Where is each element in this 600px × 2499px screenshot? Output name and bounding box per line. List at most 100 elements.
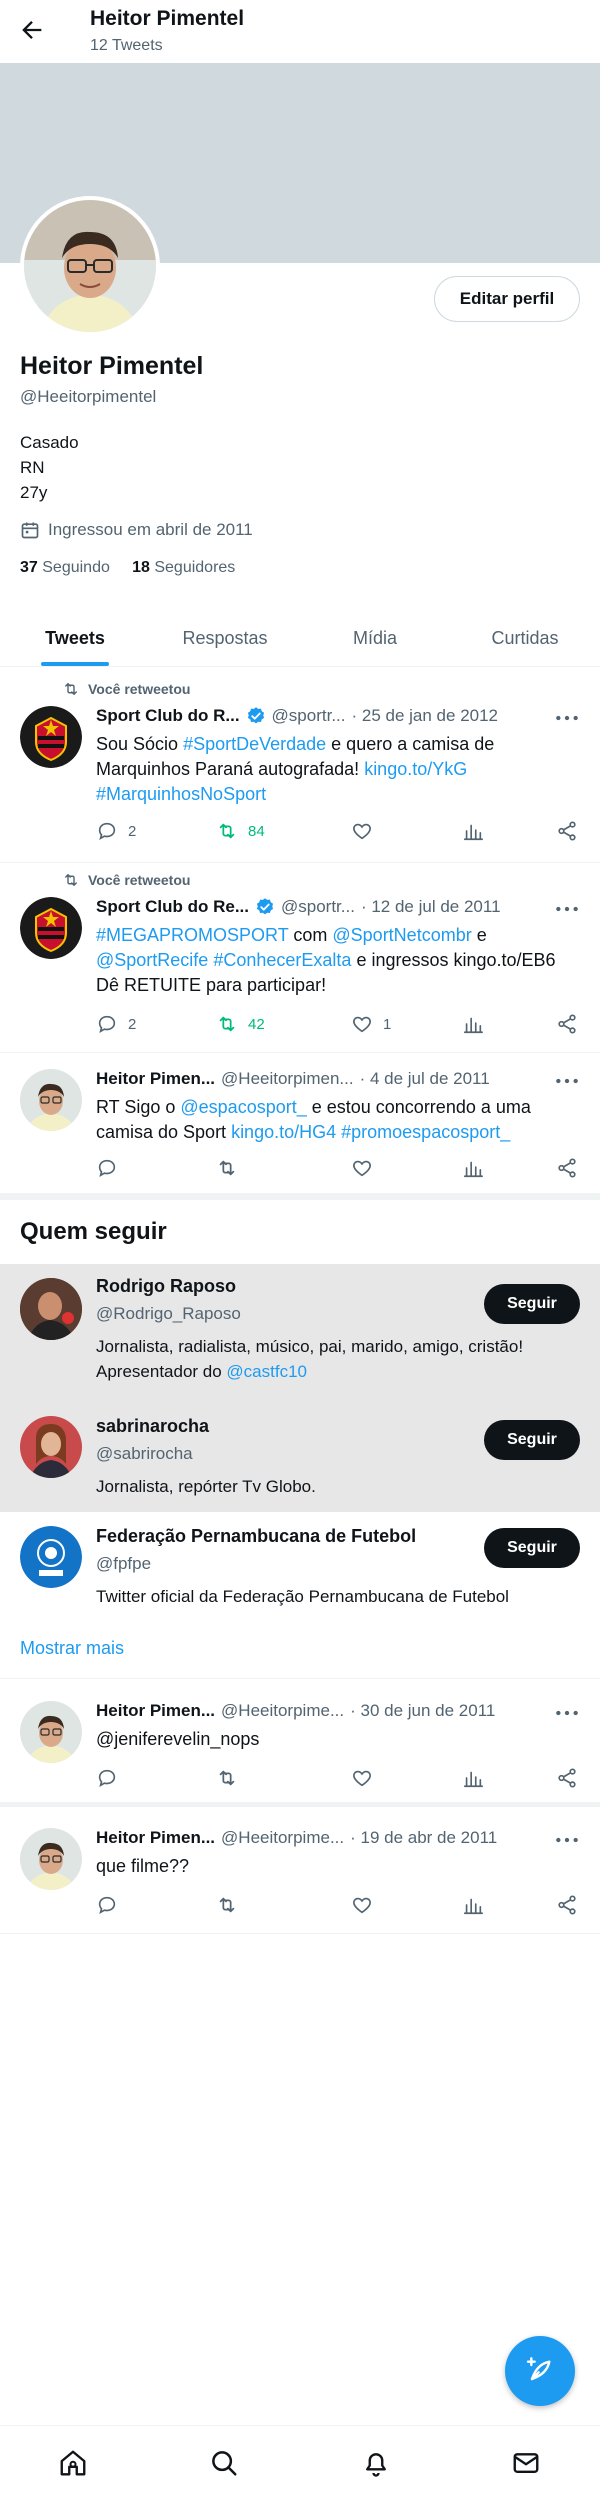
suggestion-name[interactable]: Rodrigo Raposo [96, 1276, 236, 1297]
suggestion-handle[interactable]: @fpfpe [96, 1554, 151, 1574]
show-more-link[interactable]: Mostrar mais [20, 1638, 124, 1659]
back-arrow-icon[interactable] [18, 16, 46, 44]
tweet[interactable]: Você retweetou Sport Club do Re... @spor… [0, 863, 600, 1053]
tweet-author-handle[interactable]: @sportr... [281, 897, 355, 917]
like-icon [351, 1894, 373, 1916]
follow-button[interactable]: Seguir [484, 1528, 580, 1568]
header-name: Heitor Pimentel [90, 7, 245, 30]
share-button[interactable] [556, 1767, 578, 1789]
like-button[interactable]: 1 [351, 1013, 391, 1035]
tweet-date[interactable]: · 19 de abr de 2011 [350, 1828, 497, 1848]
like-button[interactable] [351, 1767, 373, 1789]
like-button[interactable] [351, 820, 383, 842]
share-button[interactable] [556, 820, 578, 842]
tweet-author-name[interactable]: Sport Club do Re... [96, 897, 249, 917]
suggestion-avatar[interactable] [20, 1416, 82, 1478]
search-icon[interactable] [209, 2448, 239, 2478]
tweet-avatar[interactable] [20, 1828, 82, 1890]
mention-link[interactable]: @SportRecife [96, 950, 208, 970]
messages-icon[interactable] [511, 2448, 541, 2478]
tweet[interactable]: Heitor Pimen... @Heeitorpime... · 30 de … [0, 1679, 600, 1807]
suggestion-avatar[interactable] [20, 1278, 82, 1340]
retweet-button[interactable]: 84 [216, 820, 265, 842]
tweet-author-name[interactable]: Heitor Pimen... [96, 1828, 215, 1848]
tweet-date[interactable]: · 4 de jul de 2011 [360, 1069, 490, 1089]
follow-suggestion[interactable]: Federação Pernambucana de Futebol @fpfpe… [0, 1512, 600, 1624]
more-icon[interactable] [554, 1703, 580, 1723]
follow-suggestion[interactable]: sabrinarocha @sabrirocha Jornalista, rep… [0, 1404, 600, 1512]
tab-replies[interactable]: Respostas [150, 610, 300, 666]
more-icon[interactable] [554, 899, 580, 919]
share-button[interactable] [556, 1894, 578, 1916]
views-button[interactable] [462, 1894, 484, 1916]
tweet-author-handle[interactable]: @Heeitorpimen... [221, 1069, 354, 1089]
share-button[interactable] [556, 1013, 578, 1035]
like-button[interactable] [351, 1894, 373, 1916]
reply-button[interactable]: 2 [96, 1013, 136, 1035]
tweet-date[interactable]: · 25 de jan de 2012 [352, 706, 499, 726]
views-button[interactable] [462, 1157, 484, 1179]
follow-suggestion[interactable]: Rodrigo Raposo @Rodrigo_Raposo Jornalist… [0, 1264, 600, 1404]
views-button[interactable] [462, 820, 484, 842]
suggestion-name[interactable]: sabrinarocha [96, 1416, 209, 1437]
reply-button[interactable] [96, 1767, 118, 1789]
tweet-avatar[interactable] [20, 1701, 82, 1763]
tweet[interactable]: Você retweetou Sport Club do R... @sport… [0, 668, 600, 863]
followers-count: 18 [132, 559, 150, 576]
reply-button[interactable] [96, 1894, 118, 1916]
tweet[interactable]: Heitor Pimen... @Heeitorpime... · 19 de … [0, 1812, 600, 1934]
retweet-button[interactable] [216, 1894, 238, 1916]
tab-tweets[interactable]: Tweets [0, 610, 150, 666]
follow-button[interactable]: Seguir [484, 1284, 580, 1324]
more-icon[interactable] [554, 708, 580, 728]
tweet-date[interactable]: · 12 de jul de 2011 [361, 897, 501, 917]
more-icon[interactable] [554, 1830, 580, 1850]
suggestion-avatar[interactable] [20, 1526, 82, 1588]
hashtag-link[interactable]: #MEGAPROMOSPORT [96, 925, 288, 945]
retweet-button[interactable] [216, 1767, 238, 1789]
more-icon[interactable] [554, 1071, 580, 1091]
tweet[interactable]: Heitor Pimen... @Heeitorpimen... · 4 de … [0, 1053, 600, 1200]
reply-button[interactable]: 2 [96, 820, 136, 842]
tweet-avatar[interactable] [20, 1069, 82, 1131]
views-button[interactable] [462, 1767, 484, 1789]
tweet-author-handle[interactable]: @Heeitorpime... [221, 1828, 344, 1848]
edit-profile-button[interactable]: Editar perfil [434, 276, 580, 322]
compose-tweet-button[interactable] [505, 2336, 575, 2406]
url-link[interactable]: kingo.to/HG4 [231, 1122, 336, 1142]
hashtag-link[interactable]: #MarquinhosNoSport [96, 784, 266, 804]
mention-link[interactable]: @espacosport_ [180, 1097, 306, 1117]
retweet-button[interactable]: 42 [216, 1013, 265, 1035]
suggestion-name[interactable]: Federação Pernambucana de Futebol [96, 1526, 416, 1547]
tweet-author-name[interactable]: Sport Club do R... [96, 706, 240, 726]
hashtag-link[interactable]: #promoespacosport_ [341, 1122, 510, 1142]
follow-button[interactable]: Seguir [484, 1420, 580, 1460]
hashtag-link[interactable]: #ConhecerExalta [213, 950, 351, 970]
hashtag-link[interactable]: #SportDeVerdade [183, 734, 326, 754]
reply-button[interactable] [96, 1157, 118, 1179]
following-link[interactable]: 37 Seguindo [20, 559, 110, 576]
share-button[interactable] [556, 1157, 578, 1179]
mention-link[interactable]: @SportNetcombr [332, 925, 471, 945]
tab-likes[interactable]: Curtidas [450, 610, 600, 666]
tweet-author-name[interactable]: Heitor Pimen... [96, 1701, 215, 1721]
suggestion-handle[interactable]: @sabrirocha [96, 1444, 193, 1464]
home-icon[interactable] [58, 2448, 88, 2478]
like-button[interactable] [351, 1157, 373, 1179]
retweet-count: 42 [248, 1015, 265, 1033]
notifications-icon[interactable] [361, 2448, 391, 2478]
views-button[interactable] [462, 1013, 484, 1035]
tweet-avatar[interactable] [20, 897, 82, 959]
profile-avatar[interactable] [20, 196, 160, 336]
url-link[interactable]: kingo.to/YkG [364, 759, 467, 779]
tweet-author-name[interactable]: Heitor Pimen... [96, 1069, 215, 1089]
tweet-date[interactable]: · 30 de jun de 2011 [350, 1701, 495, 1721]
followers-link[interactable]: 18 Seguidores [132, 559, 235, 576]
tab-media[interactable]: Mídia [300, 610, 450, 666]
tweet-author-handle[interactable]: @sportr... [272, 706, 346, 726]
tweet-author-handle[interactable]: @Heeitorpime... [221, 1701, 344, 1721]
mention-link[interactable]: @castfc10 [226, 1362, 307, 1381]
tweet-avatar[interactable] [20, 706, 82, 768]
suggestion-handle[interactable]: @Rodrigo_Raposo [96, 1304, 241, 1324]
retweet-button[interactable] [216, 1157, 238, 1179]
